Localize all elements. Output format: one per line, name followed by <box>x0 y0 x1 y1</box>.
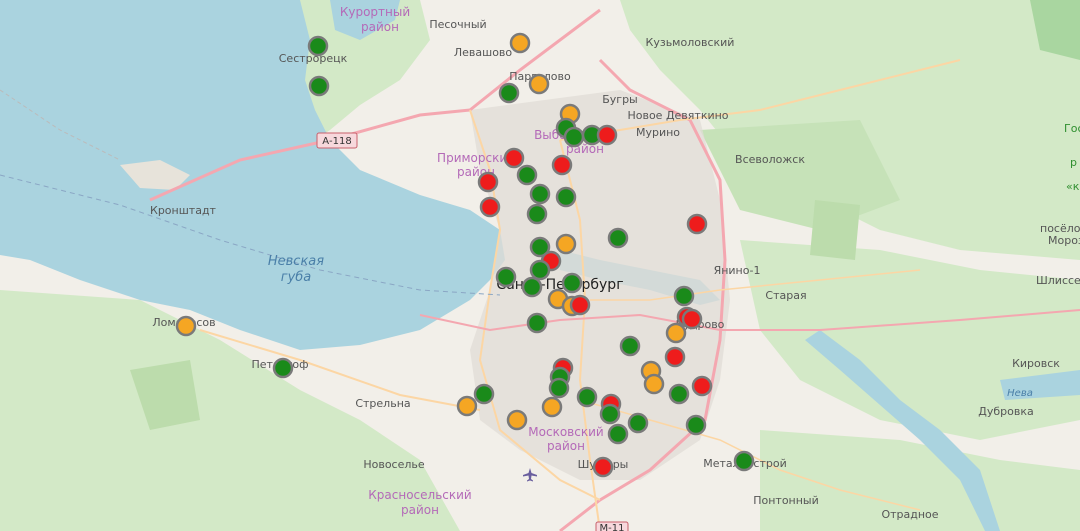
map-marker-red[interactable] <box>664 346 686 368</box>
map-marker-green[interactable] <box>561 272 583 294</box>
label-kronshtadt: Кронштадт <box>150 204 217 217</box>
label-moskovsky-2: район <box>547 439 585 453</box>
label-strelna: Стрельна <box>355 397 410 410</box>
map-marker-green[interactable] <box>529 259 551 281</box>
map-marker-orange[interactable] <box>555 233 577 255</box>
map-marker-green[interactable] <box>733 450 755 472</box>
label-kurortny: Курортный <box>340 5 410 19</box>
road-shield-m11: M-11 <box>595 521 629 531</box>
map-marker-green[interactable] <box>473 383 495 405</box>
label-guba: губа <box>281 270 312 285</box>
map-marker-green[interactable] <box>599 403 621 425</box>
label-novoselye: Новоселье <box>363 458 425 471</box>
label-otradnoe: Отрадное <box>881 508 938 521</box>
map-marker-green[interactable] <box>307 35 329 57</box>
map-marker-green[interactable] <box>495 266 517 288</box>
svg-text:А-118: А-118 <box>322 136 352 147</box>
map-marker-orange[interactable] <box>528 73 550 95</box>
label-r-edge: р <box>1070 156 1077 169</box>
map-marker-red[interactable] <box>681 308 703 330</box>
map-marker-green[interactable] <box>308 75 330 97</box>
label-murino: Мурино <box>636 126 680 139</box>
map-marker-green[interactable] <box>516 164 538 186</box>
road-shield-a118: А-118 <box>316 132 358 149</box>
label-moroz: Морозова <box>1048 234 1080 247</box>
map-marker-green[interactable] <box>607 423 629 445</box>
label-bugry: Бугры <box>602 93 638 106</box>
svg-text:M-11: M-11 <box>600 523 625 531</box>
map-marker-orange[interactable] <box>509 32 531 54</box>
map[interactable]: А-118 M-11 Курортный район Песочный Лева… <box>0 0 1080 531</box>
map-marker-red[interactable] <box>691 375 713 397</box>
label-kuzmolovsky: Кузьмоловский <box>646 36 735 49</box>
label-krasnoselsky-2: район <box>401 503 439 517</box>
map-marker-orange[interactable] <box>506 409 528 431</box>
label-staraya: Старая <box>765 289 806 302</box>
map-marker-orange[interactable] <box>665 322 687 344</box>
map-marker-red[interactable] <box>592 456 614 478</box>
label-pesochny: Песочный <box>429 18 486 31</box>
label-dubrovka: Дубровка <box>978 405 1033 418</box>
label-primorsky: Приморский <box>437 151 515 165</box>
map-marker-green[interactable] <box>272 357 294 379</box>
map-marker-red[interactable] <box>596 124 618 146</box>
map-marker-red[interactable] <box>551 154 573 176</box>
map-marker-red[interactable] <box>569 294 591 316</box>
map-marker-green[interactable] <box>668 383 690 405</box>
label-krasnoselsky: Красносельский <box>368 488 471 502</box>
label-vsevolozhsk: Всеволожск <box>735 153 805 166</box>
map-marker-green[interactable] <box>529 183 551 205</box>
map-marker-green[interactable] <box>498 82 520 104</box>
label-novoe-devyatkino: Новое Девяткино <box>627 109 728 122</box>
map-marker-green[interactable] <box>619 335 641 357</box>
map-marker-green[interactable] <box>685 414 707 436</box>
label-k-edge: «к <box>1066 180 1080 193</box>
map-marker-red[interactable] <box>479 196 501 218</box>
map-marker-green[interactable] <box>548 377 570 399</box>
label-neva: Нева <box>1007 388 1033 399</box>
map-marker-green[interactable] <box>673 285 695 307</box>
map-marker-green[interactable] <box>526 203 548 225</box>
map-marker-orange[interactable] <box>643 373 665 395</box>
map-marker-orange[interactable] <box>541 396 563 418</box>
map-marker-green[interactable] <box>576 386 598 408</box>
map-marker-green[interactable] <box>627 412 649 434</box>
label-gos-edge: Гос <box>1064 122 1080 135</box>
label-nevskaya: Невская <box>268 254 324 269</box>
label-shlisselburg: Шлиссельбург <box>1036 274 1080 287</box>
map-marker-green[interactable] <box>555 186 577 208</box>
map-marker-red[interactable] <box>503 147 525 169</box>
label-kirovsk: Кировск <box>1012 357 1060 370</box>
label-yanino: Янино-1 <box>714 264 761 277</box>
map-marker-orange[interactable] <box>175 315 197 337</box>
map-marker-red[interactable] <box>477 171 499 193</box>
map-marker-orange[interactable] <box>456 395 478 417</box>
map-marker-green[interactable] <box>607 227 629 249</box>
map-marker-green[interactable] <box>521 276 543 298</box>
map-marker-red[interactable] <box>686 213 708 235</box>
label-levashovo: Левашово <box>454 46 513 59</box>
label-pontonny: Понтонный <box>753 494 819 507</box>
label-moskovsky: Московский <box>528 425 603 439</box>
map-marker-green[interactable] <box>526 312 548 334</box>
label-kurortny-2: район <box>361 20 399 34</box>
map-marker-green[interactable] <box>563 126 585 148</box>
